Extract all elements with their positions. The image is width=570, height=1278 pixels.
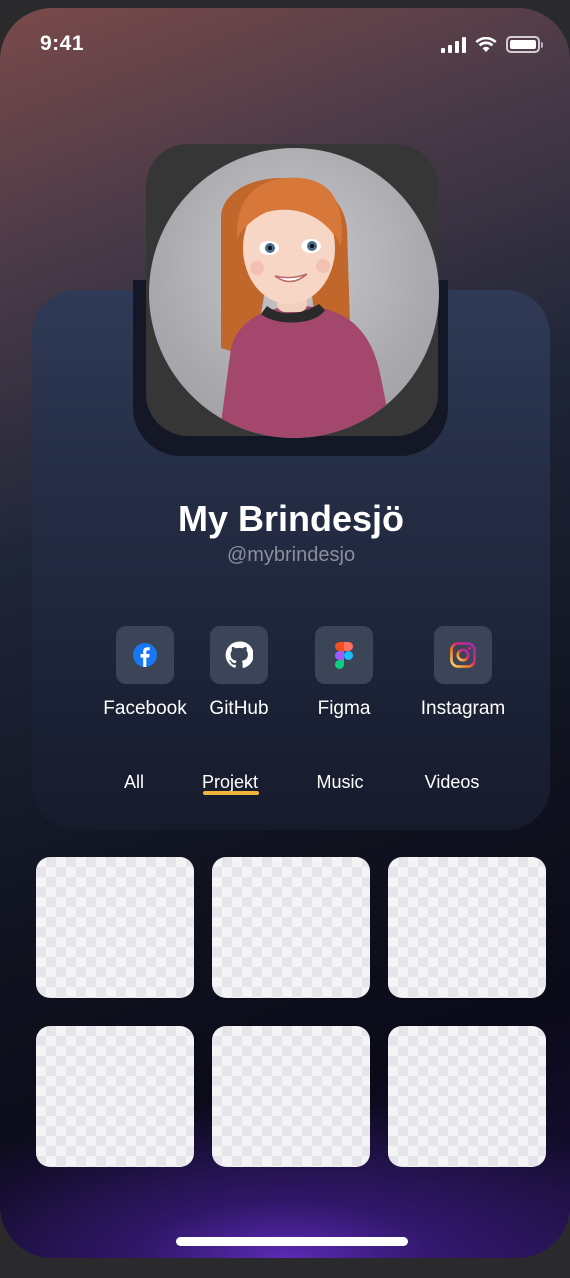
- grid-item[interactable]: [212, 1026, 370, 1167]
- social-label: Instagram: [420, 698, 506, 719]
- phone-screen: 9:41 My Brindesjö @mybrindesjo Facebook …: [0, 8, 570, 1258]
- tab-music[interactable]: Music: [290, 772, 390, 793]
- status-time: 9:41: [40, 32, 85, 55]
- signal-icon: [441, 36, 466, 53]
- instagram-icon: [450, 642, 476, 668]
- grid-item[interactable]: [36, 857, 194, 998]
- home-indicator[interactable]: [176, 1237, 408, 1246]
- active-tab-indicator: [203, 791, 259, 795]
- tab-videos[interactable]: Videos: [402, 772, 502, 793]
- tab-projekt[interactable]: Projekt: [180, 772, 280, 793]
- status-bar: 9:41: [0, 8, 570, 80]
- profile-name: My Brindesjö: [177, 498, 405, 539]
- grid-item[interactable]: [212, 857, 370, 998]
- social-label: Figma: [317, 698, 371, 719]
- grid-item[interactable]: [36, 1026, 194, 1167]
- grid-item[interactable]: [388, 857, 546, 998]
- grid-item[interactable]: [388, 1026, 546, 1167]
- facebook-icon: [133, 643, 157, 667]
- social-figma[interactable]: Figma: [279, 626, 409, 720]
- github-icon: [225, 641, 253, 668]
- avatar[interactable]: [149, 148, 439, 438]
- memoji-illustration: [219, 177, 393, 438]
- battery-icon: [506, 36, 543, 53]
- wifi-icon: [475, 36, 497, 52]
- figma-icon: [335, 641, 353, 669]
- tab-all[interactable]: All: [84, 772, 184, 793]
- social-instagram[interactable]: Instagram: [398, 626, 528, 720]
- status-icons: [441, 36, 543, 53]
- profile-handle: @mybrindesjo: [226, 544, 356, 566]
